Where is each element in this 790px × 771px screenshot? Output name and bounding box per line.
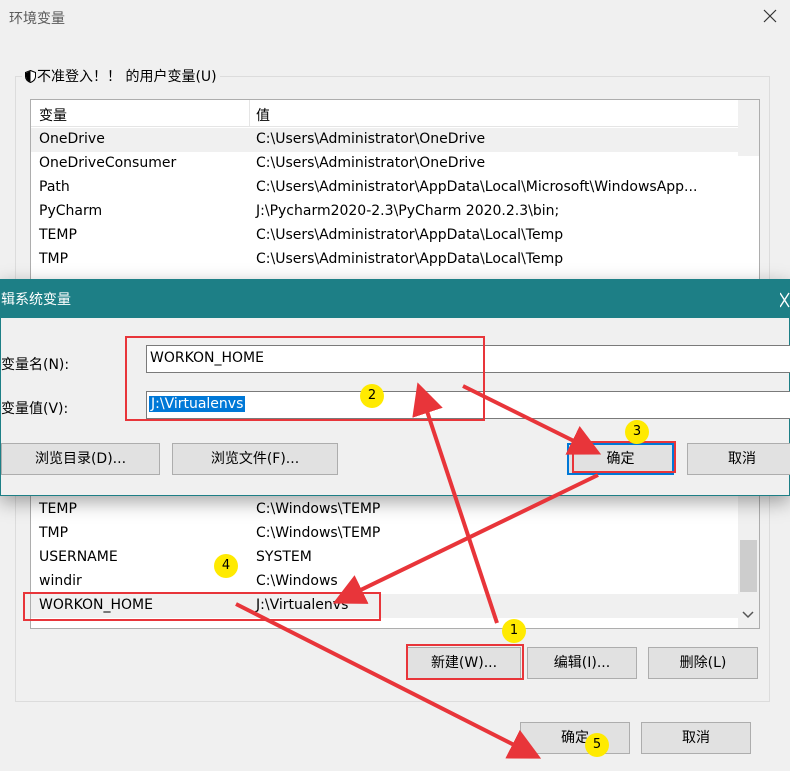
browse-directory-button[interactable]: 浏览目录(D)... [1,443,160,475]
window-title-bar: 环境变量 [0,0,790,36]
legend-label: 不准登入！！ 的用户变量(U) [37,69,217,85]
list-item[interactable]: Path C:\Users\Administrator\AppData\Loca… [31,176,738,200]
footer-cancel-button[interactable]: 取消 [641,722,751,754]
list-item[interactable]: WORKON_HOME J:\Virtualenvs [31,594,738,618]
variable-value: C:\Windows\TEMP [256,525,381,541]
browse-file-button[interactable]: 浏览文件(F)... [172,443,338,475]
column-header-value[interactable]: 值 [256,105,270,125]
variable-name: PyCharm [39,203,103,219]
variable-name: OneDrive [39,131,105,147]
dialog-cancel-button[interactable]: 取消 [687,443,790,475]
edit-button[interactable]: 编辑(I)... [527,647,637,679]
dialog-title-bar: 辑系统变量 [1,280,790,318]
variable-name: TMP [39,525,69,541]
list-item[interactable]: OneDriveConsumer C:\Users\Administrator\… [31,152,738,176]
variable-value: C:\Users\Administrator\OneDrive [256,131,486,147]
column-divider[interactable] [249,100,250,127]
list-item[interactable]: USERNAME SYSTEM [31,546,738,570]
dialog-ok-button[interactable]: 确定 [567,443,674,475]
edit-variable-dialog: 辑系统变量 变量名(N): WORKON_HOME 变量值(V): J:\Vir… [0,279,790,496]
variable-name: TEMP [39,227,77,243]
variable-value: C:\Users\Administrator\OneDrive [256,155,486,171]
variable-name-value: WORKON_HOME [150,350,264,366]
variable-name: windir [39,573,82,589]
new-button[interactable]: 新建(W)... [407,647,521,679]
list-item[interactable]: TMP C:\Windows\TEMP [31,522,738,546]
variable-name: WORKON_HOME [39,597,153,613]
variable-name: OneDriveConsumer [39,155,177,171]
variable-name: USERNAME [39,549,118,565]
variable-value: J:\Virtualenvs [256,597,349,613]
variable-value: C:\Users\Administrator\AppData\Local\Tem… [256,251,564,267]
variable-value: J:\Pycharm2020-2.3\PyCharm 2020.2.3\bin; [256,203,560,219]
variable-value: C:\Users\Administrator\AppData\Local\Mic… [256,179,698,195]
chevron-down-icon[interactable] [742,611,754,619]
list-item[interactable]: TEMP C:\Users\Administrator\AppData\Loca… [31,224,738,248]
variable-name: Path [39,179,70,195]
list-item[interactable]: PyCharm J:\Pycharm2020-2.3\PyCharm 2020.… [31,200,738,224]
list-item[interactable]: TMP C:\Users\Administrator\AppData\Local… [31,248,738,272]
variable-value: SYSTEM [256,549,312,565]
close-icon[interactable] [762,8,778,24]
variable-value: C:\Windows [256,573,338,589]
variable-name: TEMP [39,501,77,517]
variable-value-input[interactable]: J:\Virtualenvs [146,391,790,419]
close-icon[interactable] [780,292,790,308]
delete-button[interactable]: 删除(L) [648,647,758,679]
window-title: 环境变量 [9,11,65,27]
dialog-title: 辑系统变量 [1,292,71,308]
list-header: 变量 值 [31,100,759,127]
footer-ok-button[interactable]: 确定 [520,722,630,754]
variable-name-input[interactable]: WORKON_HOME [146,345,790,373]
variable-value-label: 变量值(V): [1,401,69,417]
user-variables-legend: 不准登入！！ 的用户变量(U) [22,66,220,86]
variable-name-label: 变量名(N): [1,357,70,373]
shield-icon [25,70,36,83]
list-item[interactable]: windir C:\Windows [31,570,738,594]
scrollbar-thumb[interactable] [740,540,757,592]
variable-value: C:\Windows\TEMP [256,501,381,517]
variable-name: TMP [39,251,69,267]
list-item[interactable]: TEMP C:\Windows\TEMP [31,498,738,522]
list-item[interactable]: OneDrive C:\Users\Administrator\OneDrive [31,128,738,152]
scrollbar-top[interactable] [738,100,759,156]
variable-value: C:\Users\Administrator\AppData\Local\Tem… [256,227,564,243]
column-header-name[interactable]: 变量 [39,105,67,125]
variable-value-value: J:\Virtualenvs [149,396,246,412]
